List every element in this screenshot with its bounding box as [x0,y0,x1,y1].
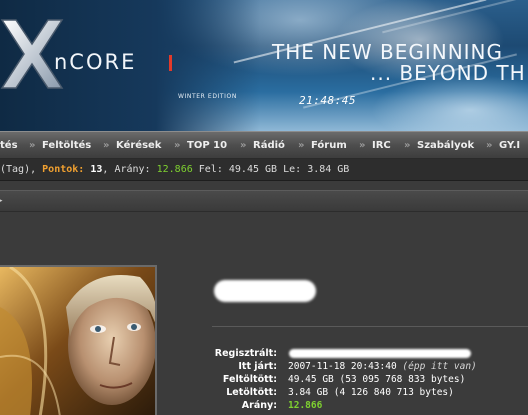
downloaded-value: 3.84 GB (4 126 840 713 bytes) [288,387,454,398]
registered-label: Regisztrált: [214,348,277,359]
user-status-bar: (Tag), Pontok: 13, Arány: 12.866 Fel: 49… [0,159,528,181]
chevron-right-icon: ▸ [0,196,3,206]
logo-text[interactable]: nCORE [54,50,136,74]
status-ratio-label: Arány: [114,164,151,175]
banner-headline-2: ... BEYOND TH [370,61,526,85]
logo-accent-bar [169,55,172,71]
section-header-bar: ▸ [0,190,528,212]
nav-item-top10[interactable]: TOP 10 [187,140,227,151]
nav-item-radio[interactable]: Rádió [253,140,285,151]
nav-separator: » [29,140,36,151]
registered-value-redacted [289,349,471,358]
status-ratio-value: 12.866 [156,164,193,175]
profile-row-ratio: Arány: 12.866 [0,400,528,413]
nav-item-requests[interactable]: Kérések [116,140,161,151]
ratio-label: Arány: [241,400,277,411]
nav-separator: » [298,140,305,151]
nav-separator: » [103,140,110,151]
nav-item-irc[interactable]: IRC [372,140,391,151]
profile-row-uploaded: Feltöltött: 49.45 GB (53 095 768 833 byt… [0,374,528,387]
last-seen-note: (épp itt van) [402,361,477,372]
nav-item-faq[interactable]: GY.I [499,140,520,151]
banner-clock: 21:48:45 [299,94,356,107]
nav-separator: » [404,140,411,151]
last-seen-date: 2007-11-18 20:43:40 [288,361,397,372]
profile-row-downloaded: Letöltött: 3.84 GB (4 126 840 713 bytes) [0,387,528,400]
status-points-value: 13 [90,164,103,175]
downloaded-label: Letöltött: [226,387,277,398]
nav-separator: » [359,140,366,151]
nav-item-forum[interactable]: Fórum [311,140,347,151]
nav-item-upload[interactable]: Feltöltés [42,140,91,151]
profile-row-last-seen: Itt járt: 2007-11-18 20:43:40 (épp itt v… [0,361,528,374]
profile-row-registered: Regisztrált: [0,348,528,361]
header-banner: nCORE WINTER EDITION THE NEW BEGINNING .… [0,0,528,131]
status-download-value: 3.84 GB [307,164,350,175]
status-upload-label: Fel: [198,164,223,175]
edition-label: WINTER EDITION [178,93,237,100]
uploaded-label: Feltöltött: [222,374,277,385]
status-rank: (Tag), [0,164,37,175]
main-nav: tés » Feltöltés » Kérések » TOP 10 » Rád… [0,131,528,159]
last-seen-label: Itt járt: [238,361,277,372]
banner-light-streak [382,0,528,34]
uploaded-value: 49.45 GB (53 095 768 833 bytes) [288,374,466,385]
profile-divider [212,326,528,327]
nav-item-partial[interactable]: tés [0,140,18,151]
nav-separator: » [486,140,493,151]
status-download-label: Le: [283,164,302,175]
nav-separator: » [240,140,247,151]
nav-separator: » [174,140,181,151]
status-points-label: Pontok: [42,164,85,175]
last-seen-value: 2007-11-18 20:43:40 (épp itt van) [288,361,477,372]
ratio-value: 12.866 [288,400,323,411]
nav-item-rules[interactable]: Szabályok [417,140,474,151]
status-upload-value: 49.45 GB [228,164,278,175]
username-redacted [214,280,316,302]
